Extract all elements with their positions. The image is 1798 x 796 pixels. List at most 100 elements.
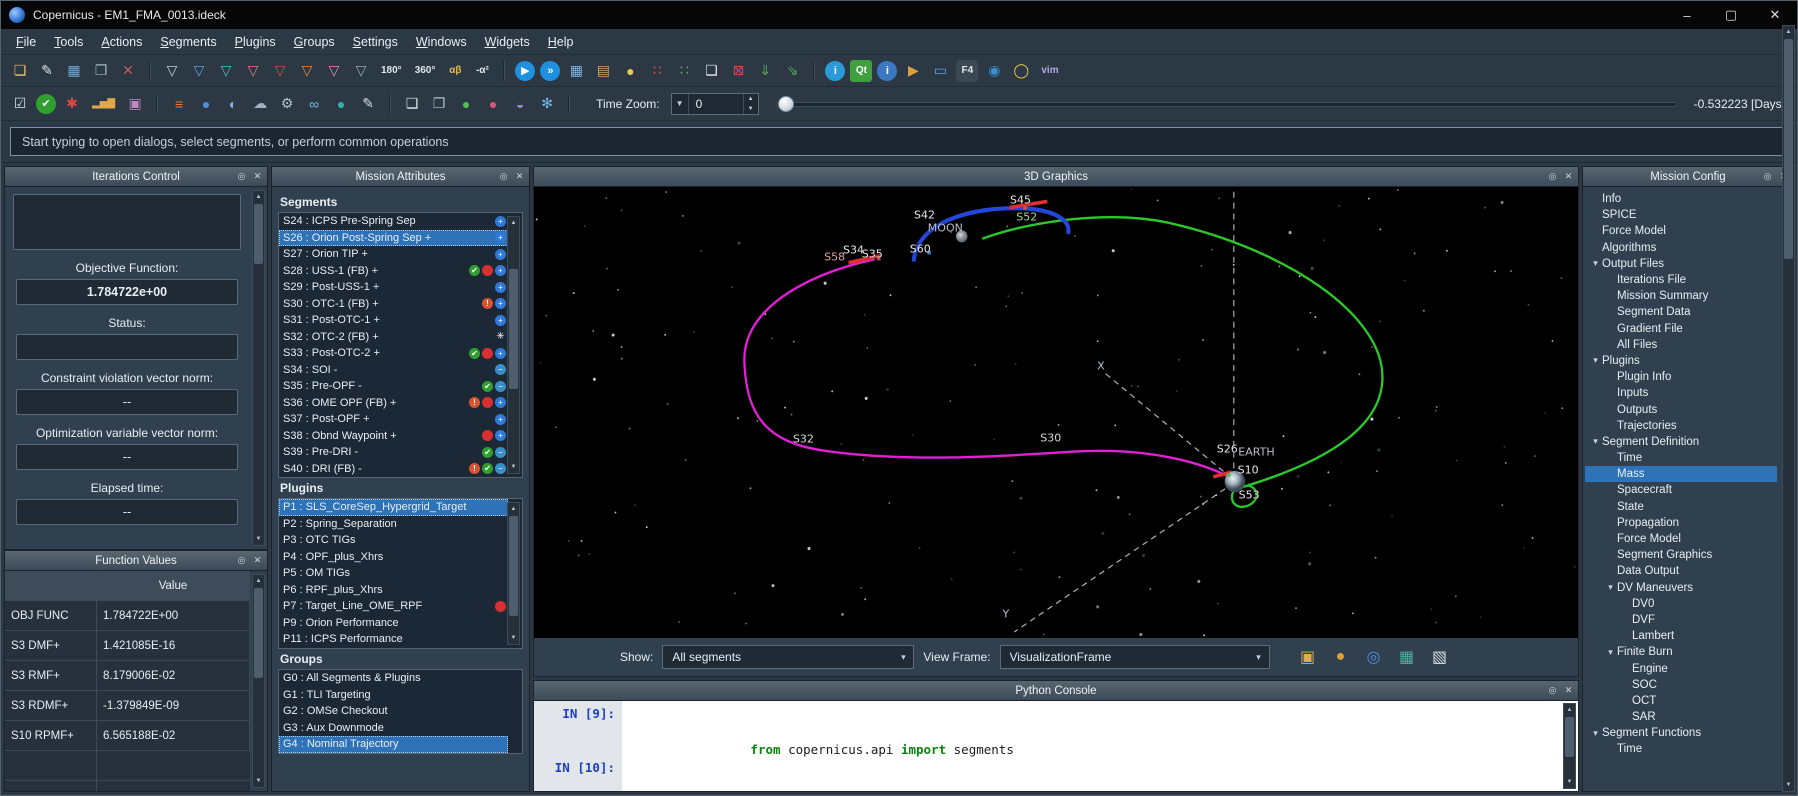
tree-item[interactable]: ▾ OCT — [1585, 693, 1777, 709]
mask-icon[interactable]: ◒ — [509, 93, 531, 115]
tree-item[interactable]: ▾ Force Model — [1585, 531, 1777, 547]
menu-item[interactable]: Widgets — [476, 31, 539, 53]
tree-item[interactable]: ▾ All Files — [1585, 337, 1777, 353]
annotate-icon[interactable]: ✎ — [357, 93, 379, 115]
function-value-cell[interactable]: -1.379849E-09 — [97, 691, 250, 721]
expand-arrow-icon[interactable]: ▾ — [1589, 436, 1602, 447]
spice-icon[interactable]: ◉ — [983, 60, 1005, 82]
segment-list-item[interactable]: S37 : Post-OPF + + — [279, 411, 508, 428]
time-slider-handle[interactable] — [778, 96, 794, 112]
tree-item[interactable]: ▾ Mission Summary — [1585, 288, 1777, 304]
greek-symbols-icon[interactable]: αβ — [444, 60, 466, 82]
group-list-item[interactable]: G0 : All Segments & Plugins — [279, 670, 508, 687]
chevron-down-icon[interactable]: ▾ — [1249, 652, 1269, 663]
expand-arrow-icon[interactable]: ▾ — [1589, 728, 1602, 739]
show-select[interactable]: All segments ▾ — [662, 645, 914, 669]
segment-list-item[interactable]: S28 : USS-1 (FB) + ✔+ — [279, 263, 508, 280]
menu-item[interactable]: Groups — [285, 31, 344, 53]
close-panel-icon[interactable]: ✕ — [1563, 685, 1574, 696]
detach-panel-icon[interactable]: ◎ — [1547, 685, 1558, 696]
scroll-up-icon[interactable]: ▲ — [253, 191, 264, 203]
panel-header[interactable]: Python Console ◎ ✕ — [534, 681, 1578, 701]
scrollbar[interactable]: ▲ ▼ — [252, 574, 265, 788]
iterations-log-box[interactable] — [13, 194, 241, 250]
tree-item[interactable]: ▾ Outputs — [1585, 401, 1777, 417]
tree-item[interactable]: ▾ Engine — [1585, 660, 1777, 676]
import-icon[interactable]: ⇓ — [754, 60, 776, 82]
orbit-light-icon[interactable]: ◐ — [222, 93, 244, 115]
menu-item[interactable]: Tools — [45, 31, 92, 53]
segment-list-item[interactable]: S31 : Post-OTC-1 + + — [279, 312, 508, 329]
tree-item[interactable]: ▾ Spacecraft — [1585, 482, 1777, 498]
new-scenario-icon[interactable]: ❏ — [9, 60, 31, 82]
plugin-list-item[interactable]: P5 : OM TIGs — [279, 565, 508, 582]
scrollbar[interactable]: ▲ ▼ — [252, 190, 265, 546]
statistics-icon[interactable]: ▂▅▇ — [88, 93, 119, 115]
scrollbar-thumb[interactable] — [254, 588, 263, 678]
tree-item[interactable]: ▾ Plugins — [1585, 353, 1777, 369]
scrollbar-thumb[interactable] — [1565, 717, 1574, 757]
scroll-down-icon[interactable]: ▼ — [1564, 776, 1575, 788]
view-frame-select[interactable]: VisualizationFrame ▾ — [1000, 645, 1270, 669]
tree-item[interactable]: ▾ State — [1585, 499, 1777, 515]
function-value-cell[interactable]: 1.421085E-16 — [97, 631, 250, 661]
capture-view-icon[interactable]: ▣ — [1295, 644, 1321, 670]
group-list-item[interactable]: G1 : TLI Targeting — [279, 687, 508, 704]
tree-item[interactable]: ▾ Iterations File — [1585, 272, 1777, 288]
menu-item[interactable]: Plugins — [226, 31, 285, 53]
tree-item[interactable]: ▾ Output Files — [1585, 256, 1777, 272]
scroll-down-icon[interactable]: ▼ — [253, 533, 264, 545]
scrollbar[interactable]: ▲ ▼ — [1563, 703, 1576, 789]
tree-item[interactable]: ▾ SAR — [1585, 709, 1777, 725]
maximize-button[interactable]: ▢ — [1709, 1, 1753, 29]
scroll-up-icon[interactable]: ▲ — [1564, 704, 1575, 716]
detach-panel-icon[interactable]: ◎ — [1547, 171, 1558, 182]
chevron-down-icon[interactable]: ▾ — [893, 652, 913, 663]
function-name-cell[interactable]: OBJ FUNC — [5, 601, 97, 631]
report-delete-icon[interactable]: ⊠ — [727, 60, 749, 82]
plugin-list-item[interactable]: P1 : SLS_CoreSep_Hypergrid_Target — [279, 499, 508, 516]
tree-item[interactable]: ▾ Segment Data — [1585, 304, 1777, 320]
body-green-icon[interactable]: ● — [455, 93, 477, 115]
segment-list-item[interactable]: S30 : OTC-1 (FB) + !+ — [279, 296, 508, 313]
menu-item[interactable]: Settings — [344, 31, 407, 53]
run-icon[interactable]: ▶ — [515, 61, 535, 81]
expand-arrow-icon[interactable]: ▾ — [1604, 647, 1617, 658]
tree-item[interactable]: ▾ Lambert — [1585, 628, 1777, 644]
group-list-item[interactable]: G3 : Aux Downmode — [279, 720, 508, 737]
menu-item[interactable]: File — [7, 31, 45, 53]
scroll-up-icon[interactable]: ▲ — [508, 503, 519, 515]
minimize-button[interactable]: – — [1665, 1, 1709, 29]
scrollbar[interactable]: ▲ ▼ — [1782, 25, 1795, 792]
snowflake-icon[interactable]: ✻ — [536, 93, 558, 115]
clipboard-icon[interactable]: ▤ — [592, 60, 614, 82]
segment-list-item[interactable]: S40 : DRI (FB) - !✔− — [279, 461, 508, 478]
run-all-icon[interactable]: » — [540, 61, 560, 81]
scrollbar-thumb[interactable] — [1784, 39, 1793, 259]
tree-item[interactable]: ▾ Force Model — [1585, 223, 1777, 239]
panel-header[interactable]: 3D Graphics ◎ ✕ — [534, 167, 1578, 187]
sphere-icon[interactable]: ● — [330, 93, 352, 115]
expand-arrow-icon[interactable]: ▾ — [1589, 355, 1602, 366]
segment-list-icon[interactable]: ≡ — [168, 93, 190, 115]
tree-item[interactable]: ▾ Time — [1585, 741, 1777, 757]
abort-icon[interactable]: ✱ — [61, 93, 83, 115]
close-panel-icon[interactable]: ✕ — [514, 171, 525, 182]
panel-header[interactable]: Mission Config ◎ ✕ — [1583, 167, 1793, 187]
tree-item[interactable]: ▾ SOC — [1585, 677, 1777, 693]
menu-item[interactable]: Help — [539, 31, 583, 53]
spin-down-icon[interactable]: ▼ — [744, 104, 758, 114]
scroll-down-icon[interactable]: ▼ — [253, 775, 264, 787]
om-icon[interactable]: ● — [619, 60, 641, 82]
time-zoom-spinner[interactable]: ▲ ▼ — [743, 94, 758, 114]
globe-icon[interactable]: ◎ — [1361, 644, 1387, 670]
scrollbar[interactable]: ▲ ▼ — [507, 216, 520, 474]
snapshot-icon[interactable]: ▣ — [124, 93, 146, 115]
scroll-up-icon[interactable]: ▲ — [508, 217, 519, 229]
optvar-green-icon[interactable]: ∷ — [673, 60, 695, 82]
function-name-cell[interactable]: S3 RMF+ — [5, 661, 97, 691]
expand-arrow-icon[interactable]: ▾ — [1604, 582, 1617, 593]
segment-flask-blue-icon[interactable]: ▽ — [188, 60, 210, 82]
rotate-360-icon[interactable]: 360° — [411, 60, 440, 82]
report-icon[interactable]: ❏ — [700, 60, 722, 82]
